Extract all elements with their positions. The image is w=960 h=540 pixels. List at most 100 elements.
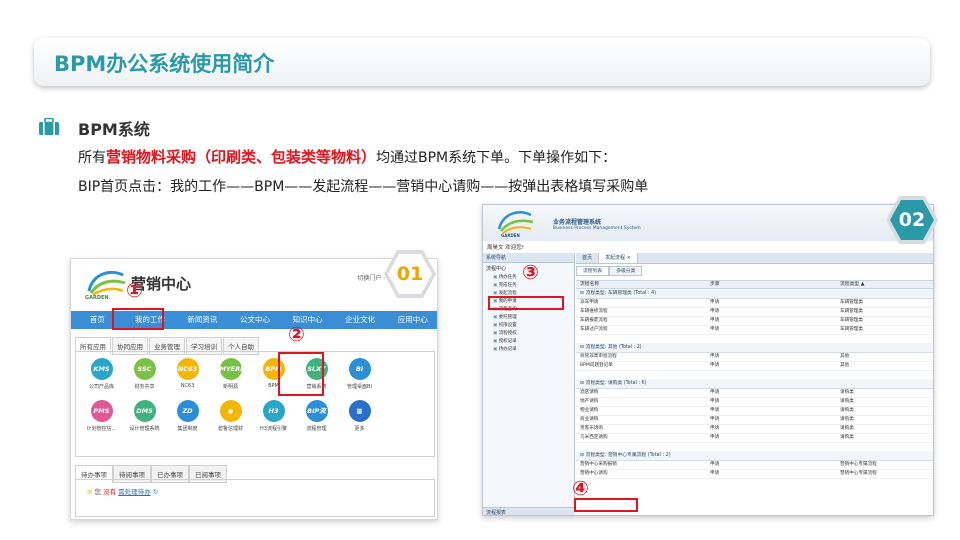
app-label: 管理桌面BI <box>347 384 372 390</box>
app-tile[interactable]: NC63 NC63 <box>166 358 209 390</box>
bpm-main: 首页 发起流程 × 流程列表 多级分类 流程名称 步骤 流程类型 ▲ ⊟ 流程类… <box>576 253 933 515</box>
table-cell: 其他 <box>840 354 850 359</box>
intro-prefix: 所有 <box>78 150 106 166</box>
bpm-header: GARDEN 业务流程管理系统 Business Process Managem… <box>483 205 933 241</box>
table-row[interactable]: 车辆报废流程 申请 车辆管理类 <box>576 317 933 326</box>
table-row[interactable]: 地产请购 申请 请购类 <box>576 398 933 407</box>
refresh-icon[interactable]: ↻ <box>153 488 158 496</box>
table-cell: 请购类 <box>840 435 854 440</box>
table-cell: 营销中心专属流程 <box>840 462 877 467</box>
table-cell: 请购类 <box>840 408 854 413</box>
app-tile[interactable]: KMS 公司产品库 <box>80 358 123 390</box>
table-cell: 请购类 <box>840 426 854 431</box>
app-icon: ZD <box>176 400 199 422</box>
table-cell: 车辆管理类 <box>840 309 863 314</box>
table-cell: 申请 <box>710 471 720 476</box>
app-tile[interactable]: ◉ 碧鲁信理财 <box>209 400 252 432</box>
tree-item-permission[interactable]: 权限设置 <box>483 322 574 330</box>
table-cell: 请购类 <box>840 399 854 404</box>
envelope-icon: ✉ <box>87 488 93 496</box>
intro-highlight: 营销物料采购（印刷类、包装类等物料） <box>106 148 377 166</box>
tree-item-authorize[interactable]: 流程授权 <box>483 330 574 338</box>
app-tile[interactable]: SSC 财务共享 <box>123 358 166 390</box>
table-cell: 车辆管理类 <box>840 318 863 323</box>
table-row[interactable]: 营销中心采购报销 申请 营销中心专属流程 <box>576 461 933 470</box>
intro-line: 所有营销物料采购（印刷类、包装类等物料）均通过BPM系统下单。下单操作如下： <box>78 146 616 167</box>
table-cell: 车辆维修流程 <box>580 309 608 314</box>
col-process-type[interactable]: 流程类型 ▲ <box>836 281 933 289</box>
table-cell: 车辆报废流程 <box>580 318 608 323</box>
app-tile[interactable]: ZD 集团制度 <box>166 400 209 432</box>
table-row[interactable]: 营销中心请购 申请 营销中心专属流程 <box>576 470 933 479</box>
app-icon: BI <box>348 358 371 380</box>
tab-home[interactable]: 首页 <box>576 253 600 263</box>
table-row[interactable]: 派车申请 申请 车辆管理类 <box>576 299 933 308</box>
table-row[interactable]: 酒店请购 申请 请购类 <box>576 389 933 398</box>
steps-line: BIP首页点击：我的工作——BPM——发起流程——营销中心请购——按弹出表格填写… <box>78 179 649 195</box>
app-tile[interactable]: MYERP 新明源 <box>209 358 252 390</box>
app-label: 碧鲁信理财 <box>217 426 243 432</box>
table-row[interactable]: 商管非周审批流程 申请 其他 <box>576 353 933 362</box>
nav-culture[interactable]: 企业文化 <box>334 311 387 329</box>
highlight-marketing-request <box>574 498 638 512</box>
app-icon: NC63 <box>176 358 199 380</box>
app-tile[interactable]: BI 管理桌面BI <box>338 358 381 390</box>
portal-logo-text: GARDEN <box>85 295 109 301</box>
table-row[interactable]: 车辆维修流程 申请 车辆管理类 <box>576 308 933 317</box>
table-row[interactable]: 乌米西定请购 申请 请购类 <box>576 434 933 443</box>
table-cell: 请购类 <box>840 417 854 422</box>
bpm-sidebar: 系统导航 流程中心 待办任务 完成任务 发起流程 我的申请 流程查询 委托管理 … <box>483 253 575 515</box>
tree-item-todo-log[interactable]: 待办记录 <box>483 346 574 354</box>
portal-app-panel: KMS 公司产品库 SSC 财务共享 NC63 NC63 MYERP 新明源 BPM BPM SLX… <box>75 351 435 457</box>
app-tile[interactable]: ▦ 更多 <box>338 400 381 432</box>
process-group-header[interactable]: ⊟ 流程类型: 请购类 (Total : 6) <box>576 379 933 389</box>
process-group-header[interactable]: ⊟ 流程类型: 车辆管理类 (Total : 4) <box>576 289 933 299</box>
intro-suffix: 均通过BPM系统下单。下单操作如下： <box>376 150 617 166</box>
bpm-welcome: 周昊文 欢迎您! <box>487 245 524 251</box>
subtab-categories[interactable]: 多级分类 <box>609 266 643 276</box>
app-icon: H3 <box>262 400 285 422</box>
tab-start-process[interactable]: 发起流程 × <box>599 253 638 263</box>
table-cell: 营销中心专属流程 <box>840 471 877 476</box>
app-label: 新明源 <box>222 384 238 390</box>
table-cell: 其他 <box>840 363 850 368</box>
app-label: NC63 <box>180 383 195 389</box>
app-tile[interactable]: PMS 计划管控信... <box>80 400 123 432</box>
app-label: 财务共享 <box>134 384 155 390</box>
app-label: H3流程引擎 <box>260 426 287 432</box>
sidebar-reports[interactable]: 流程报表 <box>483 507 575 515</box>
table-cell: 请购类 <box>840 390 854 395</box>
col-process-name[interactable]: 流程名称 <box>576 281 706 289</box>
highlight-bpm-app <box>278 352 324 396</box>
app-tile[interactable]: BIP流程 流程管理 <box>295 400 338 437</box>
app-icon: KMS <box>90 358 113 380</box>
marker-1: ① <box>126 278 143 302</box>
process-group-header[interactable]: ⊟ 流程类型: 其他 (Total : 2) <box>576 343 933 353</box>
app-tile[interactable]: H3 H3流程引擎 <box>252 400 295 432</box>
col-step[interactable]: 步骤 <box>706 281 836 289</box>
notice-link[interactable]: 需处理待办 <box>118 488 151 496</box>
sidebar-tree: 待办任务 完成任务 发起流程 我的申请 流程查询 委托管理 权限设置 流程授权 … <box>483 274 574 354</box>
app-icon: ◉ <box>219 400 242 422</box>
bpm-screenshot: GARDEN 业务流程管理系统 Business Process Managem… <box>482 204 934 516</box>
step-badge-02-text: 02 <box>890 200 934 240</box>
table-cell: BPM问题登记单 <box>580 363 613 368</box>
table-cell: 申请 <box>710 426 720 431</box>
app-label: 设计管理系统 <box>129 426 160 432</box>
table-row[interactable]: 商业请购 申请 请购类 <box>576 416 933 425</box>
tree-item-delegate[interactable]: 委托管理 <box>483 314 574 322</box>
nav-docs[interactable]: 公文中心 <box>229 311 282 329</box>
nav-apps[interactable]: 应用中心 <box>386 311 437 329</box>
process-group-header[interactable]: ⊟ 流程类型: 营销中心专属流程 (Total : 2) <box>576 451 933 461</box>
table-cell: 申请 <box>710 327 720 332</box>
table-row[interactable]: 物业请购 申请 请购类 <box>576 407 933 416</box>
table-row[interactable]: 车辆过户流程 申请 车辆管理类 <box>576 326 933 335</box>
app-tile[interactable]: DMS 设计管理系统 <box>123 400 166 432</box>
bpm-system-name-en: Business Process Management System <box>553 226 641 231</box>
nav-news[interactable]: 新闻资讯 <box>176 311 229 329</box>
table-row[interactable]: BPM问题登记单 申请 其他 <box>576 362 933 371</box>
subtab-process-list[interactable]: 流程列表 <box>576 266 610 276</box>
tree-item-auth-log[interactable]: 授权记录 <box>483 338 574 346</box>
table-row[interactable]: 贵客乐请购 申请 请购类 <box>576 425 933 434</box>
